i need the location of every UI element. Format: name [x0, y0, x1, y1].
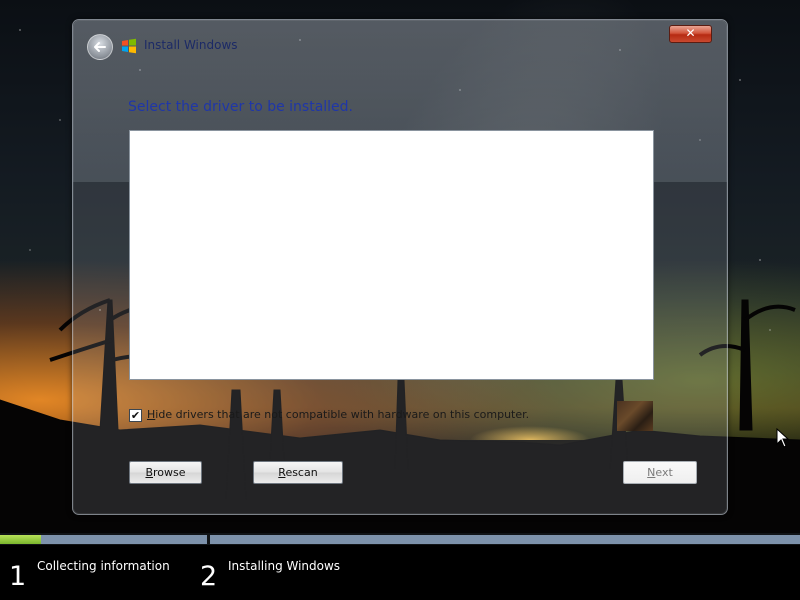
- close-button[interactable]: ✕: [669, 25, 712, 43]
- hide-incompatible-label[interactable]: Hide drivers that are not compatible wit…: [147, 408, 529, 421]
- progress-track-step-2: [210, 535, 800, 544]
- checkmark-icon: ✔: [130, 409, 141, 422]
- back-arrow-icon: [94, 42, 106, 52]
- step-label: Collecting information: [37, 559, 170, 573]
- step-label: Installing Windows: [228, 559, 341, 573]
- next-button[interactable]: Next: [623, 461, 697, 484]
- browse-button[interactable]: Browse: [129, 461, 202, 484]
- window-title: Install Windows: [144, 38, 238, 52]
- hide-incompatible-checkbox[interactable]: ✔: [129, 409, 142, 422]
- desktop-background: Install Windows ✕ Select the driver to b…: [0, 0, 800, 600]
- install-windows-dialog: Install Windows ✕ Select the driver to b…: [72, 19, 728, 515]
- step-number: 2: [200, 561, 218, 592]
- progress-fill: [0, 535, 41, 544]
- rescan-button[interactable]: Rescan: [253, 461, 343, 484]
- setup-steps: 1 Collecting information 2 Installing Wi…: [0, 545, 800, 600]
- back-button[interactable]: [87, 34, 113, 60]
- page-heading: Select the driver to be installed.: [128, 99, 354, 115]
- mouse-cursor-icon: [776, 428, 790, 448]
- driver-list[interactable]: [129, 130, 654, 380]
- close-icon: ✕: [685, 26, 696, 40]
- background-thumbnail: [617, 401, 653, 431]
- windows-logo-icon: [122, 38, 136, 54]
- step-number: 1: [9, 561, 27, 592]
